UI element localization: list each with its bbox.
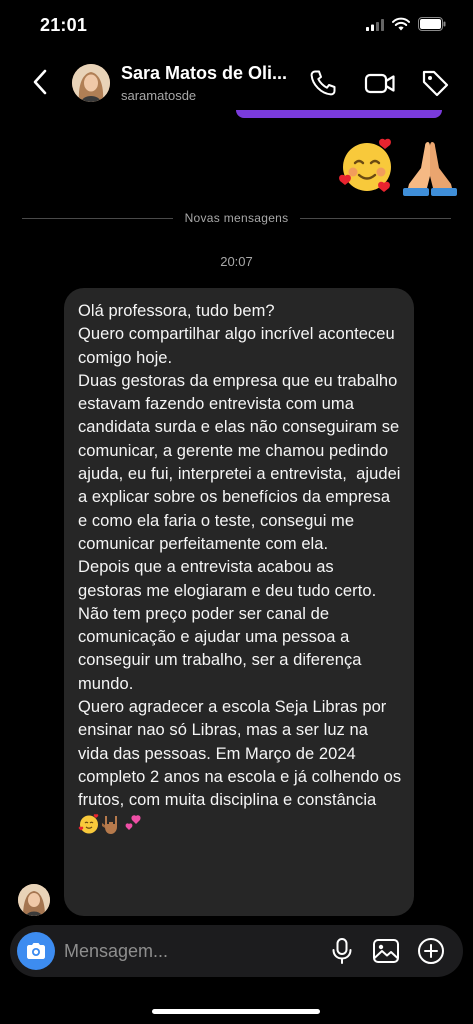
plus-circle-icon[interactable] xyxy=(417,937,445,965)
love-you-gesture-emoji xyxy=(102,815,117,834)
home-indicator xyxy=(152,1009,320,1014)
message-paragraph: Não tem preço poder ser canal de comunic… xyxy=(78,604,367,693)
battery-icon xyxy=(418,17,446,31)
chevron-left-icon xyxy=(33,69,47,95)
two-hearts-emoji xyxy=(125,814,141,830)
message-input[interactable] xyxy=(64,938,314,964)
status-time: 21:01 xyxy=(40,15,88,35)
video-camera-icon[interactable] xyxy=(364,68,396,98)
image-gallery-icon[interactable] xyxy=(372,937,400,965)
tag-icon[interactable] xyxy=(420,68,450,98)
contact-username[interactable]: saramatosde xyxy=(121,88,196,103)
sender-avatar[interactable] xyxy=(18,884,50,916)
divider-label: Novas mensagens xyxy=(184,211,289,225)
camera-icon xyxy=(27,943,45,959)
camera-button[interactable] xyxy=(17,932,55,970)
smiling-face-with-hearts-emoji xyxy=(78,813,99,834)
divider-line xyxy=(22,217,173,219)
contact-avatar[interactable] xyxy=(72,64,110,102)
contact-name[interactable]: Sara Matos de Oli... xyxy=(121,63,301,84)
message-paragraph: Quero agradecer a escola Seja Libras por… xyxy=(78,698,406,810)
folded-hands-emoji xyxy=(403,142,457,196)
message-paragraph: Duas gestoras da empresa que eu trabalho… xyxy=(78,371,406,553)
message-paragraph: Quero compartilhar algo incrível acontec… xyxy=(78,325,400,367)
wifi-icon xyxy=(392,17,410,31)
status-bar: 21:01 xyxy=(0,0,473,52)
new-messages-divider: Novas mensagens xyxy=(22,208,452,228)
sent-emoji-message[interactable] xyxy=(337,136,461,198)
sent-message-bubble-edge[interactable] xyxy=(236,110,442,118)
back-button[interactable] xyxy=(26,68,54,96)
contact-photo xyxy=(72,64,110,102)
message-timestamp: 20:07 xyxy=(220,254,253,269)
message-paragraph: Olá professora, tudo bem? xyxy=(78,302,275,320)
chat-header: Sara Matos de Oli... saramatosde xyxy=(0,52,473,112)
message-composer xyxy=(10,925,463,977)
microphone-icon[interactable] xyxy=(330,937,354,965)
divider-line xyxy=(300,217,452,219)
sender-photo xyxy=(18,884,50,916)
message-text: Olá professora, tudo bem? Quero comparti… xyxy=(78,300,402,838)
smiling-face-with-hearts-emoji xyxy=(339,138,391,192)
phone-icon[interactable] xyxy=(308,68,338,98)
message-paragraph: Depois que a entrevista acabou as gestor… xyxy=(78,558,377,600)
cellular-signal-icon xyxy=(366,19,384,31)
received-message-bubble[interactable]: Olá professora, tudo bem? Quero comparti… xyxy=(64,288,414,916)
